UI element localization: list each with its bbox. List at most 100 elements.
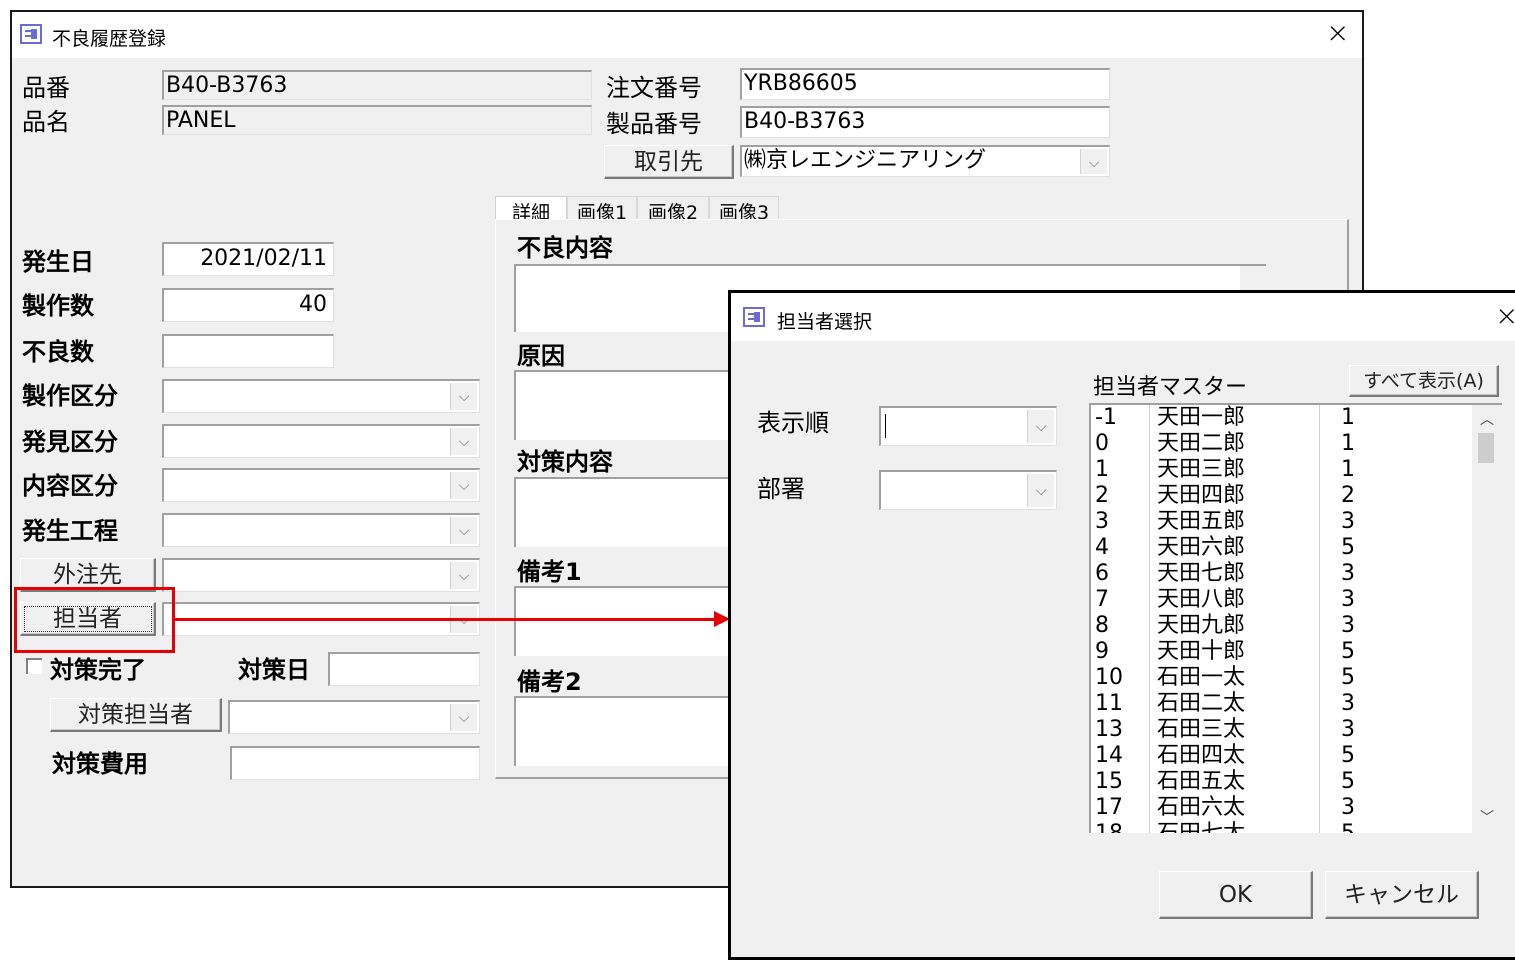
list-cell-name: 天田九郎 [1157, 613, 1246, 638]
chevron-down-icon[interactable]: ⌵ [1027, 474, 1054, 507]
dialog-title-bar: 担当者選択 × [731, 293, 1515, 341]
seisaku-field[interactable]: 40 [162, 288, 334, 322]
list-cell-name: 天田八郎 [1157, 587, 1246, 612]
list-cell-dept: 3 [1341, 509, 1355, 534]
tanto-select-dialog: 担当者選択 × 表示順 ⌵ 部署 ⌵ 担当者マスター すべて表示(A) -1 天田… [728, 290, 1515, 960]
gaichu-combo[interactable]: ⌵ [162, 558, 480, 592]
ok-button[interactable]: OK [1159, 871, 1313, 919]
busho-combo[interactable]: ⌵ [879, 470, 1057, 510]
list-item[interactable]: 7 天田八郎 3 [1091, 587, 1471, 613]
list-cell-id: 11 [1095, 691, 1123, 716]
list-item[interactable]: 1 天田三郎 1 [1091, 457, 1471, 483]
list-cell-name: 石田五太 [1157, 769, 1246, 794]
list-cell-dept: 5 [1341, 665, 1355, 690]
taisakubi-label: 対策日 [238, 656, 310, 684]
list-cell-id: -1 [1095, 405, 1117, 430]
furyo-field[interactable] [162, 334, 334, 368]
hyojijun-combo[interactable]: ⌵ [879, 406, 1057, 446]
hakken-kubun-combo[interactable]: ⌵ [162, 424, 480, 458]
list-item[interactable]: 3 天田五郎 3 [1091, 509, 1471, 535]
chevron-up-icon[interactable]: ︿ [1480, 409, 1494, 429]
hakken-kubun-label: 発見区分 [22, 428, 118, 456]
list-cell-dept: 3 [1341, 691, 1355, 716]
close-icon[interactable]: × [1326, 16, 1349, 49]
list-cell-dept: 2 [1341, 483, 1355, 508]
list-cell-name: 天田五郎 [1157, 509, 1246, 534]
annotation-arrow-line [175, 618, 715, 621]
chevron-down-icon[interactable]: ⌵ [450, 562, 477, 589]
list-item[interactable]: 10 石田一太 5 [1091, 665, 1471, 691]
list-cell-name: 天田六郎 [1157, 535, 1246, 560]
scroll-thumb[interactable] [1478, 433, 1494, 463]
list-cell-id: 13 [1095, 717, 1123, 742]
taisaku-hiyo-label: 対策費用 [52, 750, 148, 778]
hinmei-field[interactable]: PANEL [162, 105, 592, 135]
close-icon[interactable]: × [1495, 299, 1515, 332]
list-item[interactable]: 9 天田十郎 5 [1091, 639, 1471, 665]
chevron-down-icon[interactable]: ⌵ [450, 704, 477, 731]
list-cell-dept: 1 [1341, 457, 1355, 482]
torihiki-combo[interactable]: ㈱京レエンジニアリング ⌵ [740, 145, 1110, 177]
show-all-button[interactable]: すべて表示(A) [1349, 365, 1499, 397]
taisaku-tanto-combo[interactable]: ⌵ [228, 700, 480, 734]
chevron-down-icon[interactable]: ⌵ [450, 472, 477, 499]
seihin-field[interactable]: B40-B3763 [740, 106, 1110, 138]
dialog-title: 担当者選択 [777, 311, 873, 333]
list-item[interactable]: 0 天田二郎 1 [1091, 431, 1471, 457]
chevron-down-icon[interactable]: ⌵ [450, 383, 477, 410]
list-cell-name: 石田四太 [1157, 743, 1246, 768]
taisaku-kanryo-checkbox[interactable] [26, 658, 42, 674]
scrollbar[interactable]: ︿ ﹀ [1472, 405, 1502, 833]
list-cell-dept: 3 [1341, 717, 1355, 742]
hinban-field[interactable]: B40-B3763 [162, 70, 592, 100]
list-cell-name: 石田六太 [1157, 795, 1246, 820]
naiyo-kubun-label: 内容区分 [22, 472, 118, 500]
list-cell-dept: 5 [1341, 821, 1355, 833]
list-item[interactable]: 8 天田九郎 3 [1091, 613, 1471, 639]
list-item[interactable]: 11 石田二太 3 [1091, 691, 1471, 717]
list-cell-id: 18 [1095, 821, 1123, 833]
chevron-down-icon[interactable]: ⌵ [450, 517, 477, 544]
list-item[interactable]: 2 天田四郎 2 [1091, 483, 1471, 509]
form-icon [743, 307, 765, 327]
taisaku-tanto-button[interactable]: 対策担当者 [50, 698, 222, 732]
list-item[interactable]: 17 石田六太 3 [1091, 795, 1471, 821]
seisaku-kubun-combo[interactable]: ⌵ [162, 379, 480, 413]
naiyo-kubun-combo[interactable]: ⌵ [162, 468, 480, 502]
chevron-down-icon[interactable]: ﹀ [1480, 807, 1494, 827]
master-label: 担当者マスター [1093, 375, 1248, 400]
list-item[interactable]: -1 天田一郎 1 [1091, 405, 1471, 431]
list-item[interactable]: 13 石田三太 3 [1091, 717, 1471, 743]
list-cell-name: 石田七太 [1157, 821, 1245, 833]
furyo-naiyo-label: 不良内容 [517, 234, 613, 262]
tanto-list[interactable]: -1 天田一郎 1 0 天田二郎 1 1 天田三郎 1 2 天田四郎 2 3 天田五郎 3 4 天田六郎 5 6 天田… [1089, 403, 1502, 833]
taisakubi-field[interactable] [328, 652, 480, 686]
seihin-label: 製品番号 [606, 110, 702, 138]
cancel-button[interactable]: キャンセル [1325, 871, 1479, 919]
chevron-down-icon[interactable]: ⌵ [1080, 149, 1107, 174]
busho-label: 部署 [757, 475, 805, 503]
hasseibi-label: 発生日 [22, 248, 94, 276]
list-cell-id: 4 [1095, 535, 1109, 560]
torihiki-button[interactable]: 取引先 [604, 145, 734, 179]
list-item[interactable]: 14 石田四太 5 [1091, 743, 1471, 769]
torihiki-value: ㈱京レエンジニアリング [744, 148, 987, 173]
list-cell-dept: 1 [1341, 405, 1355, 430]
taisaku-hiyo-field[interactable] [230, 746, 480, 780]
list-item[interactable]: 4 天田六郎 5 [1091, 535, 1471, 561]
title-bar: 不良履歴登録 × [12, 12, 1362, 58]
list-cell-dept: 5 [1341, 769, 1355, 794]
list-item[interactable]: 15 石田五太 5 [1091, 769, 1471, 795]
list-item[interactable]: 18 石田七太 5 [1091, 821, 1471, 833]
list-cell-id: 10 [1095, 665, 1123, 690]
list-cell-id: 17 [1095, 795, 1123, 820]
list-item[interactable]: 6 天田七郎 3 [1091, 561, 1471, 587]
taisaku-kanryo-label: 対策完了 [50, 656, 146, 684]
chevron-down-icon[interactable]: ⌵ [1027, 410, 1054, 443]
list-cell-id: 6 [1095, 561, 1109, 586]
chevron-down-icon[interactable]: ⌵ [450, 428, 477, 455]
list-cell-id: 8 [1095, 613, 1109, 638]
hassei-kotei-combo[interactable]: ⌵ [162, 513, 480, 547]
chumon-field[interactable]: YRB86605 [740, 68, 1110, 100]
hasseibi-field[interactable]: 2021/02/11 [162, 242, 334, 276]
